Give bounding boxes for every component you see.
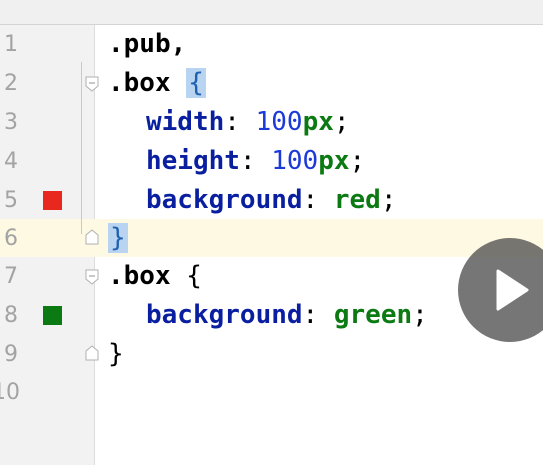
semicolon-token: ; — [380, 185, 397, 215]
top-strip — [0, 0, 543, 25]
code-text: } — [108, 335, 124, 374]
brace-match-highlight: { — [186, 68, 206, 98]
fold-end-icon[interactable] — [85, 345, 99, 361]
selector-token: .box — [108, 68, 171, 98]
code-text: background: red; — [146, 181, 396, 220]
code-text: background: green; — [146, 296, 428, 335]
fold-collapse-icon[interactable] — [85, 76, 99, 92]
line-number: 10 — [0, 380, 20, 405]
line-number: 4 — [4, 149, 18, 174]
number-token: 100 — [255, 107, 303, 137]
code-line-5[interactable]: 5 background: red; — [0, 181, 543, 220]
brace-token: } — [108, 339, 124, 369]
fold-end-icon[interactable] — [85, 229, 99, 245]
line-number: 6 — [4, 226, 18, 251]
semicolon-token: ; — [333, 107, 350, 137]
value-token: red — [333, 185, 381, 215]
semicolon-token: ; — [412, 300, 428, 330]
brace-match-highlight: } — [108, 223, 128, 253]
selector-token: .pub, — [108, 29, 187, 59]
code-text: .pub, — [108, 25, 186, 64]
code-text: .box { — [108, 64, 206, 103]
colon-token: : — [302, 300, 334, 330]
semicolon-token: ; — [349, 146, 366, 176]
line-number: 5 — [4, 188, 18, 213]
code-line-4[interactable]: 4 height: 100px; — [0, 142, 543, 181]
color-swatch-red-icon[interactable] — [43, 191, 62, 210]
code-line-2[interactable]: 2 .box { — [0, 64, 543, 103]
colon-token: : — [224, 107, 256, 137]
value-token: green — [333, 300, 413, 330]
unit-token: px — [318, 146, 350, 176]
property-token: width — [146, 107, 225, 137]
unit-token: px — [302, 107, 334, 137]
fold-collapse-icon[interactable] — [85, 269, 99, 285]
property-token: height — [146, 146, 240, 176]
selector-token: .box — [108, 261, 171, 291]
line-number: 9 — [4, 342, 18, 367]
number-token: 100 — [271, 146, 319, 176]
code-line-9[interactable]: 9 } — [0, 335, 543, 374]
code-text: height: 100px; — [146, 142, 365, 181]
code-line-1[interactable]: 1 .pub, — [0, 25, 543, 64]
brace-token: { — [186, 261, 202, 291]
color-swatch-green-icon[interactable] — [43, 306, 62, 325]
code-text: width: 100px; — [146, 103, 350, 142]
code-text: } — [108, 219, 128, 258]
line-number: 8 — [4, 303, 18, 328]
property-token: background — [146, 185, 303, 215]
code-line-3[interactable]: 3 width: 100px; — [0, 103, 543, 142]
play-icon — [496, 269, 529, 311]
colon-token: : — [239, 146, 272, 176]
line-number: 7 — [4, 264, 18, 289]
line-number: 2 — [4, 71, 18, 96]
code-text: .box { — [108, 257, 202, 296]
property-token: background — [146, 300, 303, 330]
colon-token: : — [302, 185, 334, 215]
code-line-6[interactable]: 6 } — [0, 219, 543, 258]
line-number: 1 — [4, 32, 18, 57]
code-line-10[interactable]: 10 — [0, 373, 543, 412]
line-number: 3 — [4, 110, 18, 135]
